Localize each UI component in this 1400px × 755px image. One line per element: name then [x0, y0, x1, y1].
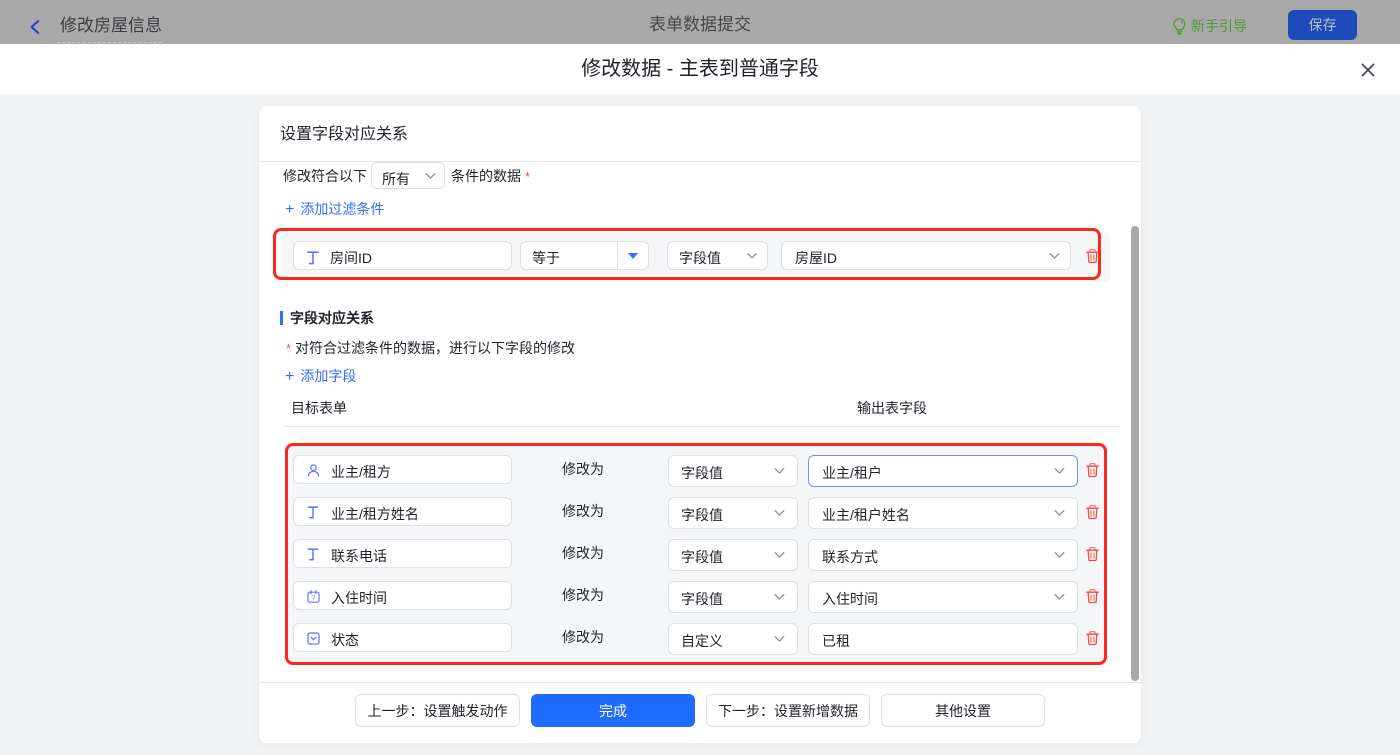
- svg-text:7: 7: [311, 594, 315, 603]
